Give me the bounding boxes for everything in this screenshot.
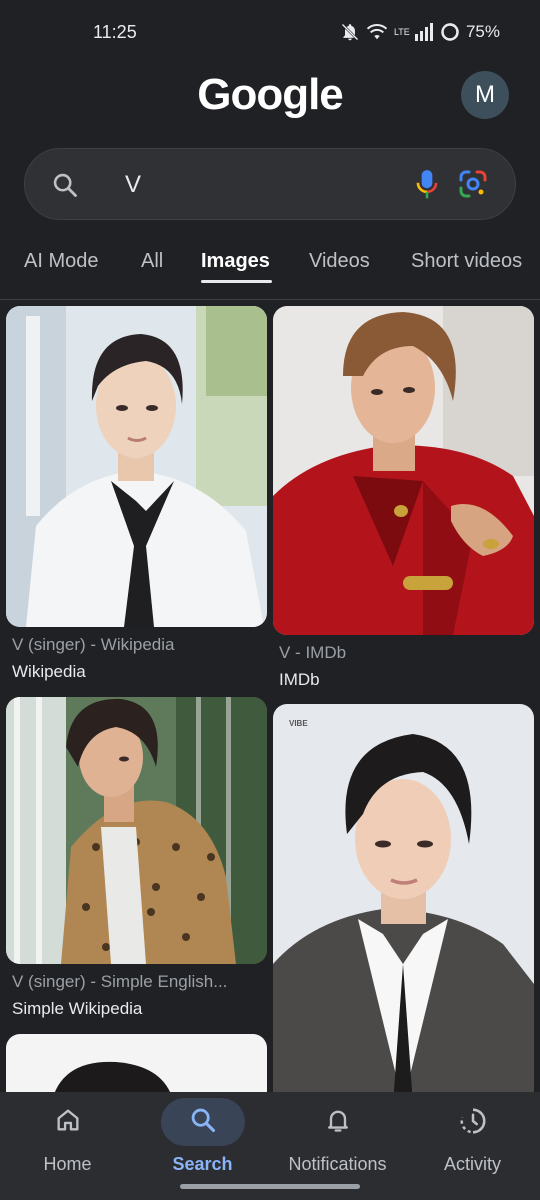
nav-label-search: Search bbox=[172, 1154, 233, 1174]
status-icons: LTE 75% bbox=[340, 22, 500, 42]
status-bar: 11:25 LTE 75% bbox=[0, 0, 540, 70]
google-logo[interactable]: Google bbox=[0, 70, 540, 120]
mute-icon bbox=[340, 22, 360, 42]
signal-icon bbox=[414, 23, 434, 41]
result-title[interactable]: V - IMDb bbox=[279, 643, 346, 663]
tab-short-videos[interactable]: Short videos bbox=[411, 250, 522, 273]
result-image-v-simple-english[interactable] bbox=[6, 697, 267, 964]
tab-ai-mode[interactable]: AI Mode bbox=[24, 250, 98, 273]
result-title[interactable]: V (singer) - Simple English... bbox=[12, 972, 227, 992]
tab-images[interactable]: Images bbox=[201, 250, 270, 273]
battery-percent: 75% bbox=[465, 22, 500, 41]
nav-label-activity: Activity bbox=[443, 1154, 501, 1174]
result-title[interactable]: V (singer) - Wikipedia bbox=[12, 635, 175, 655]
nav-label-notifications: Notifications bbox=[288, 1154, 387, 1174]
status-time: 11:25 bbox=[93, 22, 137, 42]
mic-icon[interactable] bbox=[414, 169, 440, 206]
tab-videos[interactable]: Videos bbox=[309, 250, 370, 273]
search-icon bbox=[51, 171, 79, 204]
nav-label-home: Home bbox=[43, 1154, 92, 1174]
search-icon bbox=[189, 1106, 217, 1139]
nav-activity[interactable]: Activity bbox=[405, 1092, 540, 1200]
search-input[interactable]: V bbox=[24, 148, 516, 220]
gesture-bar[interactable] bbox=[180, 1184, 360, 1189]
active-tab-indicator bbox=[201, 280, 272, 283]
nav-home[interactable]: Home bbox=[0, 1092, 135, 1200]
home-icon bbox=[54, 1106, 82, 1139]
result-source: Wikipedia bbox=[12, 662, 86, 681]
lens-icon[interactable] bbox=[458, 169, 488, 204]
bell-icon bbox=[324, 1106, 352, 1139]
result-source: IMDb bbox=[279, 670, 320, 689]
activity-icon bbox=[458, 1106, 488, 1141]
result-image-v-imdb[interactable] bbox=[273, 306, 534, 635]
avatar[interactable]: M bbox=[461, 71, 509, 119]
result-source: Simple Wikipedia bbox=[12, 999, 143, 1018]
tab-all[interactable]: All bbox=[141, 250, 163, 273]
lte-icon: LTE bbox=[393, 26, 410, 37]
result-image-v-singer-wikipedia[interactable] bbox=[6, 306, 267, 627]
vibe-watermark: VIBE bbox=[289, 719, 308, 728]
battery-icon bbox=[440, 22, 460, 42]
result-image-v-vibe[interactable]: VIBE bbox=[273, 704, 534, 1104]
wifi-icon bbox=[366, 23, 388, 41]
search-query: V bbox=[125, 171, 142, 198]
search-tabs: AI Mode All Images Videos Short videos bbox=[0, 240, 540, 300]
